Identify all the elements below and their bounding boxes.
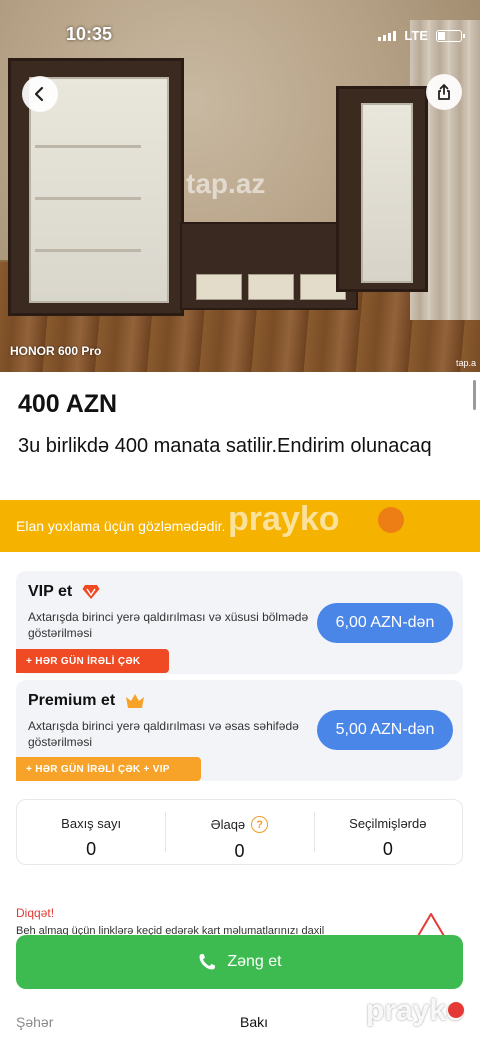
device-label: HONOR 600 Pro (10, 344, 102, 358)
vip-tag[interactable]: + HƏR GÜN İRƏLİ ÇƏK (16, 649, 169, 673)
phone-icon (199, 954, 216, 970)
scroll-indicator[interactable] (473, 380, 476, 410)
share-button[interactable] (426, 74, 462, 110)
status-bar-right: LTE (378, 28, 465, 43)
premium-tag[interactable]: + HƏR GÜN İRƏLİ ÇƏK + VIP (16, 757, 201, 781)
signal-icon (378, 30, 397, 41)
stat-favorites-label: Seçilmişlərdə (349, 816, 427, 831)
network-type: LTE (404, 28, 428, 43)
vip-promotion-card[interactable]: VIP et Axtarışda birinci yerə qaldırılma… (16, 571, 463, 674)
stat-favorites: Seçilmişlərdə 0 (313, 800, 462, 864)
photo-drawer (196, 274, 242, 300)
listing-stats: Baxış sayı 0 Əlaqə ? 0 Seçilmişlərdə 0 (16, 799, 463, 865)
photo-shelf (35, 249, 141, 252)
city-value: Bakı (240, 1014, 269, 1030)
watermark-dot (378, 507, 404, 533)
warning-title: Diqqət! (16, 906, 55, 920)
premium-price-button[interactable]: 5,00 AZN-dən (317, 710, 453, 750)
listing-photo[interactable]: tap.az tap.a HONOR 600 Pro (0, 0, 480, 372)
call-button[interactable]: Zəng et (16, 935, 463, 989)
stat-contact-value: 0 (234, 841, 245, 861)
help-icon[interactable]: ? (251, 816, 269, 833)
vip-description: Axtarışda birinci yerə qaldırılması və x… (28, 610, 309, 640)
call-button-label: Zəng et (227, 953, 282, 970)
listing-title: 3u birlikdə 400 manata satilir.Endirim o… (18, 435, 432, 457)
banner-text: Elan yoxlama üçün gözləmədədir. (16, 518, 226, 534)
stat-views-label: Baxış sayı (61, 816, 122, 831)
listing-price: 400 AZN (18, 390, 118, 418)
premium-title: Premium et (28, 692, 145, 710)
stat-views: Baxış sayı 0 (17, 800, 165, 864)
photo-cabinet-glass (29, 77, 169, 303)
prayko-watermark: prayko (228, 500, 340, 538)
stat-contact-label: Əlaqə ? (165, 816, 313, 833)
vip-title: VIP et (28, 583, 100, 601)
city-label: Şəhər (16, 1014, 54, 1030)
premium-description: Axtarışda birinci yerə qaldırılması və ə… (28, 719, 299, 749)
photo-right-cabinet (336, 86, 428, 292)
premium-title-label: Premium et (28, 692, 116, 709)
photo-tv-unit (180, 222, 358, 310)
photo-shelf (35, 197, 141, 200)
back-button[interactable] (22, 76, 58, 112)
stat-favorites-value: 0 (382, 839, 393, 859)
battery-icon (436, 29, 465, 42)
status-time: 10:35 (66, 24, 113, 44)
tapaz-watermark: tap.az (186, 168, 266, 199)
tapaz-watermark-small: tap.a (455, 358, 476, 368)
photo-shelf (35, 145, 141, 148)
photo-drawer (248, 274, 294, 300)
vip-title-label: VIP et (28, 583, 73, 600)
chevron-left-icon (34, 86, 44, 102)
share-icon (438, 84, 450, 100)
stat-contact: Əlaqə ? 0 (165, 800, 313, 864)
photo-cabinet-glass (361, 103, 413, 283)
vip-price-button[interactable]: 6,00 AZN-dən (317, 603, 453, 643)
stat-views-value: 0 (86, 839, 97, 859)
watermark-dot-bottom (448, 1002, 464, 1018)
crown-icon (126, 694, 145, 708)
premium-promotion-card[interactable]: Premium et Axtarışda birinci yerə qaldır… (16, 680, 463, 781)
diamond-icon (82, 585, 100, 599)
